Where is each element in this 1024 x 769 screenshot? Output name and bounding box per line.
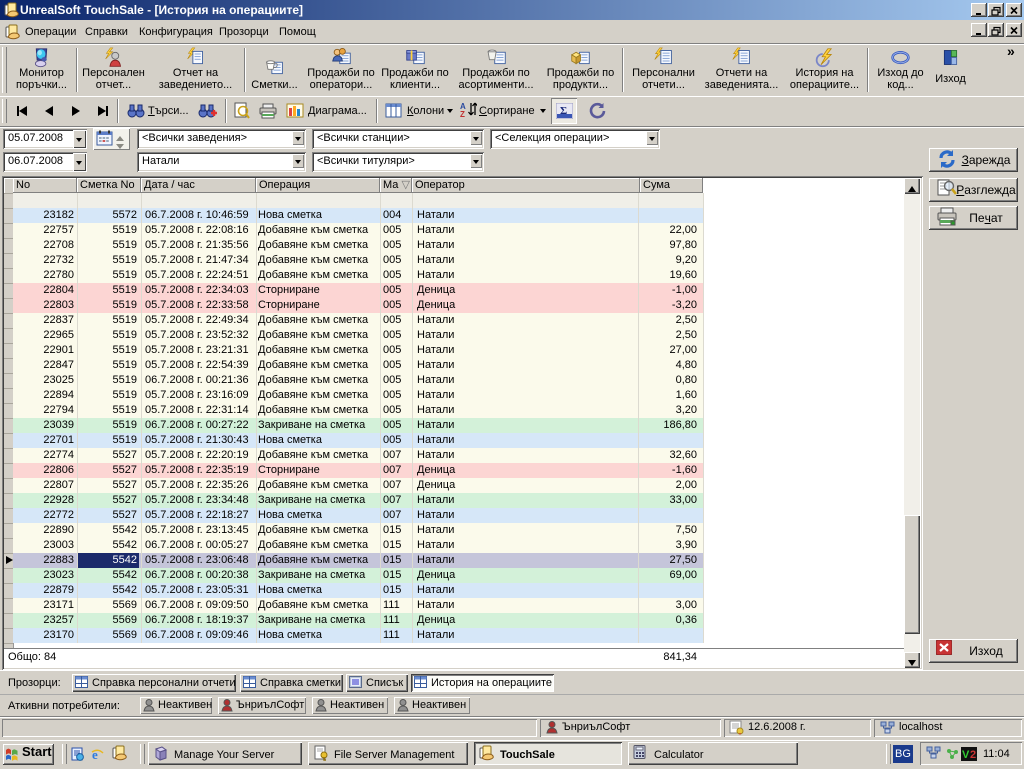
svg-text:Σ: Σ xyxy=(560,105,567,117)
svg-text:2: 2 xyxy=(970,749,976,761)
svg-text:V: V xyxy=(962,749,970,761)
svg-text:Z: Z xyxy=(460,110,465,118)
svg-text:e: e xyxy=(92,747,98,762)
